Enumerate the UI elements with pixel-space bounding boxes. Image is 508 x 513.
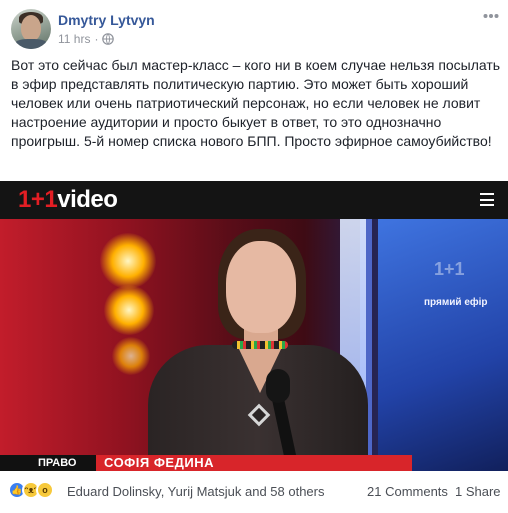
video-header: 1+1video xyxy=(0,181,508,219)
caption-name: СОФІЯ ФЕДИНА xyxy=(104,455,214,470)
post-text: Вот это сейчас был мастер-класс – кого н… xyxy=(11,57,501,149)
hamburger-icon[interactable] xyxy=(480,193,494,206)
speaker xyxy=(120,219,368,471)
meta-separator: · xyxy=(94,32,99,46)
brand-video: video xyxy=(57,186,118,213)
facebook-post: Dmytry Lytvyn 11 hrs · Вот это сейчас бы… xyxy=(0,0,508,513)
video-player[interactable]: 1+1video 1+1 прямий ефір xyxy=(0,181,508,471)
channel-logo-icon: 1+1 xyxy=(434,259,465,279)
comments-count[interactable]: 21 Comments xyxy=(367,484,448,499)
shares-count[interactable]: 1 Share xyxy=(455,484,501,499)
live-label: прямий ефір xyxy=(424,297,488,308)
video-brand-logo[interactable]: 1+1video xyxy=(18,186,118,214)
post-time[interactable]: 11 hrs xyxy=(58,32,90,46)
svg-text:1+1: 1+1 xyxy=(434,259,465,279)
more-icon[interactable] xyxy=(483,12,499,20)
show-name: ПРАВО xyxy=(38,457,77,469)
reactors-summary[interactable]: Eduard Dolinsky, Yurij Matsjuk and 58 ot… xyxy=(67,484,325,499)
speaker-head xyxy=(226,241,296,333)
reaction-icons[interactable]: 👍 ᵔᴥᵔ o xyxy=(8,481,54,499)
globe-icon[interactable] xyxy=(102,33,115,45)
speaker-necklace xyxy=(232,341,288,349)
brand-plus: 1+1 xyxy=(18,186,58,213)
author-name[interactable]: Dmytry Lytvyn xyxy=(58,12,155,28)
wow-icon[interactable]: o xyxy=(36,481,54,499)
post-meta: 11 hrs · xyxy=(58,32,115,46)
avatar-face xyxy=(21,15,41,41)
author-avatar[interactable] xyxy=(11,9,51,49)
avatar-shirt xyxy=(14,39,48,49)
microphone-icon xyxy=(266,369,290,403)
